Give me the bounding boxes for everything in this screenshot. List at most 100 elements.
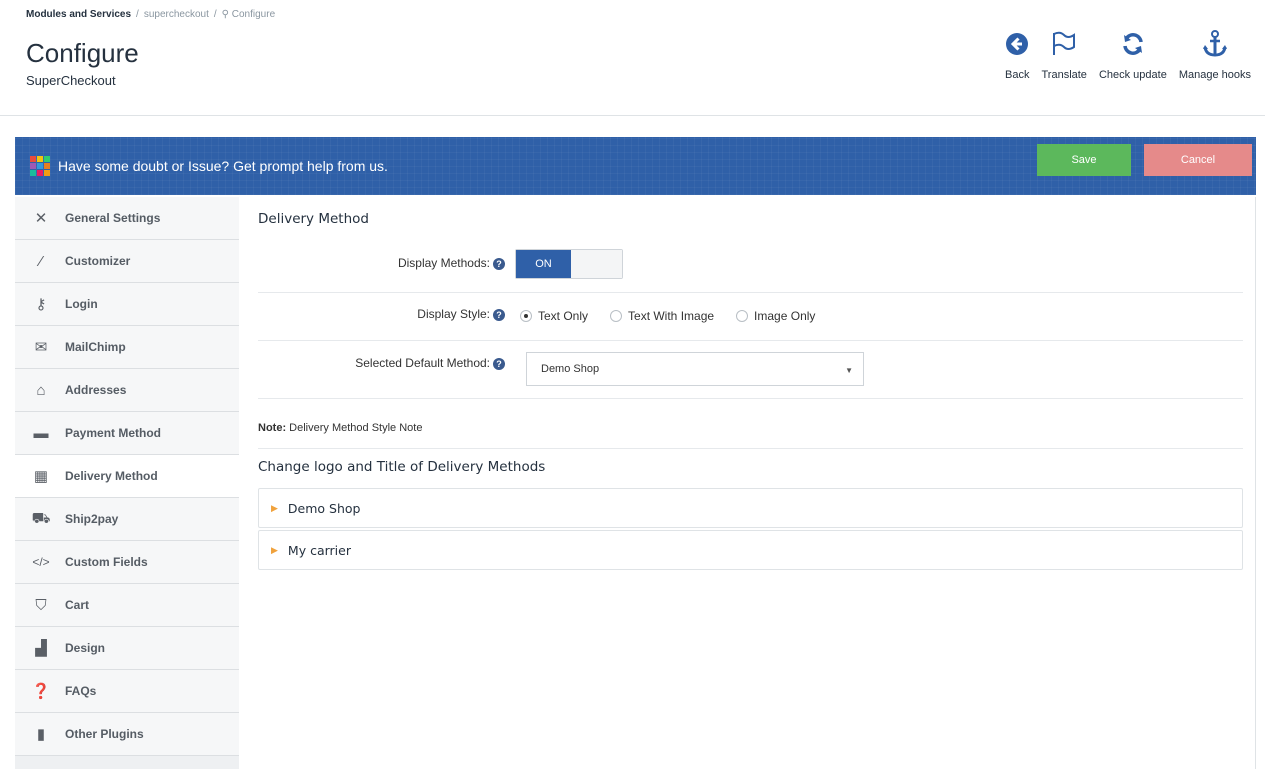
radio-button-checked[interactable] bbox=[520, 310, 532, 322]
default-method-select[interactable]: Demo Shop ▼ bbox=[526, 352, 864, 386]
breadcrumb: Modules and Services / supercheckout / ⚲ Con… bbox=[26, 9, 276, 20]
radio-label: Text With Image bbox=[628, 309, 715, 323]
sidebar-item-cart[interactable]: ⛉ Cart bbox=[15, 584, 239, 627]
display-style-radio-group: Text Only Text With Image Image Only bbox=[520, 309, 837, 323]
sidebar-item-customizer[interactable]: ⁄ Customizer bbox=[15, 240, 239, 283]
anchor-icon bbox=[1202, 27, 1228, 61]
cancel-button[interactable]: Cancel bbox=[1144, 144, 1252, 176]
help-banner: Have some doubt or Issue? Get prompt hel… bbox=[15, 137, 1256, 195]
radio-button[interactable] bbox=[610, 310, 623, 322]
sidebar-item-label: Other Plugins bbox=[65, 727, 144, 741]
breadcrumb-current: Configure bbox=[231, 9, 276, 20]
check-update-label: Check update bbox=[1098, 69, 1167, 81]
breadcrumb-module[interactable]: supercheckout bbox=[144, 9, 209, 20]
credit-card-icon: ▬ bbox=[33, 424, 49, 442]
question-icon: ❓ bbox=[31, 683, 51, 700]
sidebar-item-label: Custom Fields bbox=[65, 555, 148, 569]
sidebar-item-label: Delivery Method bbox=[65, 469, 158, 483]
carrier-name: Demo Shop bbox=[287, 500, 361, 516]
sidebar-item-design[interactable]: ▟ Design bbox=[15, 627, 239, 670]
sidebar-item-label: General Settings bbox=[65, 211, 161, 225]
page-title: Configure bbox=[26, 38, 139, 68]
sidebar-item-label: Design bbox=[65, 641, 106, 655]
display-methods-toggle[interactable]: ON bbox=[515, 249, 623, 279]
building-icon: ▦ bbox=[33, 468, 49, 485]
sidebar-item-general-settings[interactable]: ✕ General Settings bbox=[15, 197, 239, 240]
sidebar-item-label: Addresses bbox=[65, 383, 127, 397]
header-toolbar: Back Translate Check update Manage hooks bbox=[999, 27, 1257, 81]
sidebar-item-custom-fields[interactable]: </> Custom Fields bbox=[15, 541, 239, 584]
back-arrow-icon bbox=[1005, 27, 1029, 61]
help-banner-text[interactable]: Have some doubt or Issue? Get prompt hel… bbox=[58, 158, 388, 174]
radio-label: Image Only bbox=[754, 309, 816, 323]
caret-right-icon: ▶ bbox=[271, 502, 278, 513]
keys-icon: ⚷ bbox=[35, 296, 47, 313]
sidebar-item-payment-method[interactable]: ▬ Payment Method bbox=[15, 412, 239, 455]
toggle-knob bbox=[571, 250, 622, 278]
help-icon[interactable]: ? bbox=[493, 357, 505, 370]
brush-icon: ⁄ bbox=[39, 252, 43, 270]
toggle-on-label: ON bbox=[516, 250, 571, 278]
display-style-label: Display Style:? bbox=[340, 307, 505, 321]
section-title: Delivery Method bbox=[258, 211, 369, 227]
sidebar-item-faqs[interactable]: ❓ FAQs bbox=[15, 670, 239, 713]
manage-hooks-label: Manage hooks bbox=[1178, 69, 1251, 81]
check-update-button[interactable]: Check update bbox=[1093, 27, 1173, 81]
carrier-accordion-demo-shop[interactable]: ▶ Demo Shop bbox=[258, 488, 1243, 528]
manage-hooks-button[interactable]: Manage hooks bbox=[1173, 27, 1257, 81]
select-value: Demo Shop bbox=[541, 363, 600, 375]
sidebar-item-label: Cart bbox=[65, 598, 90, 612]
car-icon: ⛟ bbox=[31, 509, 51, 527]
back-button[interactable]: Back bbox=[999, 27, 1035, 81]
sidebar-item-label: Ship2pay bbox=[65, 512, 119, 526]
sidebar-item-login[interactable]: ⚷ Login bbox=[15, 283, 239, 326]
design-icon: ▟ bbox=[35, 640, 47, 657]
translate-button[interactable]: Translate bbox=[1035, 27, 1092, 81]
carrier-accordion-my-carrier[interactable]: ▶ My carrier bbox=[258, 530, 1243, 570]
back-label: Back bbox=[1005, 69, 1030, 81]
divider bbox=[258, 340, 1243, 341]
page-subtitle: SuperCheckout bbox=[26, 73, 116, 88]
carrier-name: My carrier bbox=[287, 542, 351, 558]
display-methods-label: Display Methods:? bbox=[340, 256, 505, 270]
sidebar-item-mailchimp[interactable]: ✉ MailChimp bbox=[15, 326, 239, 369]
help-icon[interactable]: ? bbox=[493, 257, 505, 270]
code-icon: </> bbox=[32, 555, 50, 569]
envelope-icon: ✉ bbox=[34, 339, 48, 356]
page-header: Modules and Services / supercheckout / ⚲ Con… bbox=[0, 0, 1265, 116]
refresh-icon bbox=[1121, 27, 1145, 61]
help-icon[interactable]: ? bbox=[493, 308, 505, 321]
bookmark-icon: ▮ bbox=[36, 726, 46, 743]
radio-image-only[interactable]: Image Only bbox=[736, 309, 815, 323]
wrench-icon: ⚲ bbox=[221, 9, 229, 20]
caret-down-icon: ▼ bbox=[845, 366, 853, 375]
delivery-method-panel: Delivery Method Display Methods:? ON Dis… bbox=[240, 197, 1256, 769]
divider bbox=[258, 398, 1243, 399]
translate-label: Translate bbox=[1041, 69, 1087, 81]
sidebar-item-label: Login bbox=[65, 297, 98, 311]
sidebar-item-other-plugins[interactable]: ▮ Other Plugins bbox=[15, 713, 239, 756]
note-label: Note: bbox=[258, 422, 287, 434]
sidebar-item-ship2pay[interactable]: ⛟ Ship2pay bbox=[15, 498, 239, 541]
radio-button[interactable] bbox=[736, 310, 749, 322]
radio-text-with-image[interactable]: Text With Image bbox=[610, 309, 714, 323]
breadcrumb-root[interactable]: Modules and Services bbox=[26, 9, 131, 20]
sidebar-item-label: Customizer bbox=[65, 254, 131, 268]
app-grid-logo-icon bbox=[30, 156, 50, 176]
flag-icon bbox=[1050, 27, 1078, 61]
divider bbox=[258, 448, 1243, 449]
radio-text-only[interactable]: Text Only bbox=[520, 309, 588, 323]
home-icon: ⌂ bbox=[36, 381, 46, 399]
style-note: Note: Delivery Method Style Note bbox=[258, 422, 422, 434]
settings-sidebar: ✕ General Settings ⁄ Customizer ⚷ Login … bbox=[15, 197, 239, 769]
caret-right-icon: ▶ bbox=[271, 544, 278, 555]
default-method-label: Selected Default Method:? bbox=[290, 356, 505, 370]
sidebar-item-addresses[interactable]: ⌂ Addresses bbox=[15, 369, 239, 412]
sidebar-item-label: Payment Method bbox=[65, 426, 162, 440]
save-button[interactable]: Save bbox=[1037, 144, 1131, 176]
change-logo-title: Change logo and Title of Delivery Method… bbox=[258, 459, 546, 475]
sidebar-item-label: MailChimp bbox=[65, 340, 126, 354]
sidebar-item-label: FAQs bbox=[65, 684, 97, 698]
sidebar-item-delivery-method[interactable]: ▦ Delivery Method bbox=[15, 455, 239, 498]
cart-icon: ⛉ bbox=[35, 596, 47, 614]
